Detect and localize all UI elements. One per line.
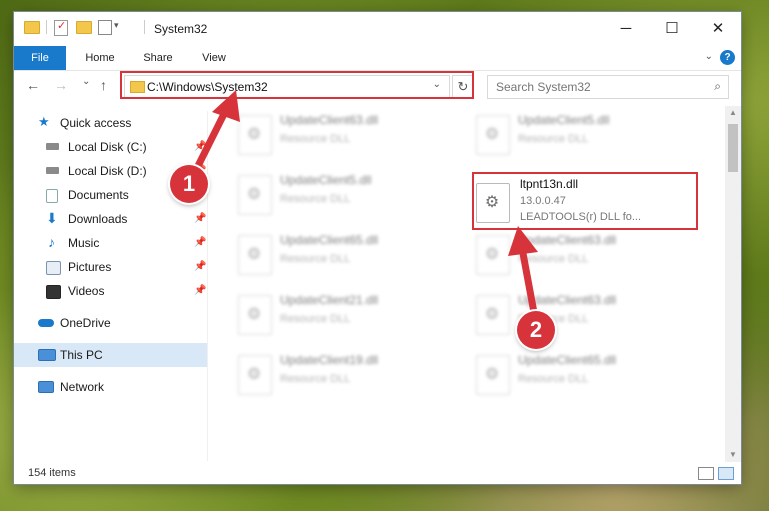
step-2-badge: 2 [517,311,555,349]
annotation-arrows [191,90,539,322]
arrow-1 [191,90,240,176]
arrow-2 [508,226,539,322]
step-1-badge: 1 [170,165,208,203]
